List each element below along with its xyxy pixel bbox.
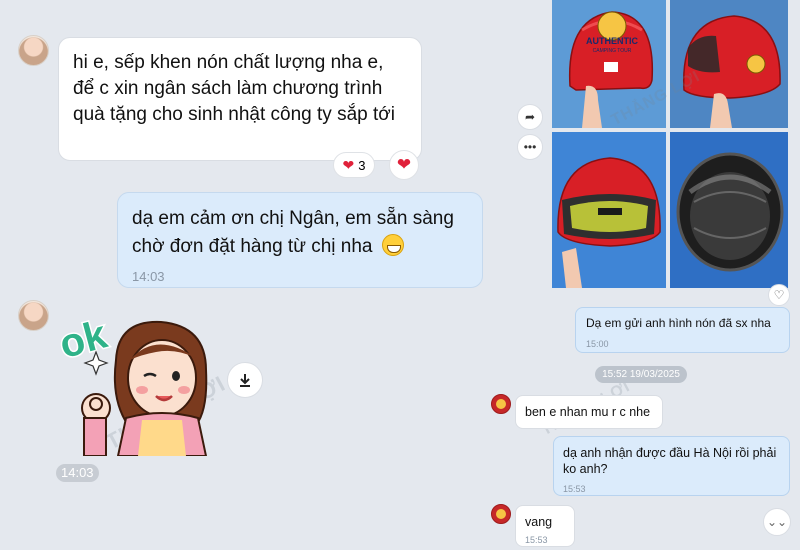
message-text: dạ em cảm ơn chị Ngân, em sẵn sàng chờ đ… xyxy=(132,208,454,257)
sticker-time: 14:03 xyxy=(56,464,99,482)
helmet-photo-visor[interactable] xyxy=(552,132,666,288)
heart-icon: ❤ xyxy=(342,156,355,173)
heart-icon: ❤ xyxy=(396,155,412,174)
forward-button[interactable]: ➦ xyxy=(517,104,543,130)
message-text: Dạ em gửi anh hình nón đã sx nha xyxy=(586,316,771,330)
more-icon: ••• xyxy=(523,140,537,154)
incoming-message-bubble[interactable]: hi e, sếp khen nón chất lượng nha e, để … xyxy=(58,37,422,161)
outgoing-message-bubble[interactable]: dạ em cảm ơn chị Ngân, em sẵn sàng chờ đ… xyxy=(117,192,483,288)
message-text: dạ anh nhận được đầu Hà Nội rồi phải ko … xyxy=(563,446,777,476)
download-icon xyxy=(240,374,250,387)
helmet-photo-side[interactable] xyxy=(670,0,788,128)
more-options-button[interactable]: ••• xyxy=(517,134,543,160)
message-time: 14:03 xyxy=(132,269,165,284)
helmet-badge-text: AUTHENTIC xyxy=(586,36,638,46)
ok-sticker[interactable]: ok xyxy=(56,300,216,456)
left-chat-panel: THẮNG LỢI THẮNG LỢI hi e, sếp khen nón c… xyxy=(0,0,487,550)
outgoing-message-bubble[interactable]: dạ anh nhận được đầu Hà Nội rồi phải ko … xyxy=(553,436,790,496)
right-chat-panel: AUTHENTIC CAMPING TOUR ➦ ••• ♡ THẮNG LỢI… xyxy=(487,0,800,550)
react-heart-button[interactable]: ❤ xyxy=(389,150,419,180)
scroll-down-button[interactable]: ⌄⌄ xyxy=(763,508,791,536)
date-separator: 15:52 19/03/2025 xyxy=(595,366,687,383)
sticker-ok-text: ok xyxy=(56,312,112,367)
message-time: 15:53 xyxy=(525,535,548,545)
message-text: vang xyxy=(525,515,553,529)
reaction-count: 3 xyxy=(358,157,366,173)
download-button[interactable] xyxy=(227,362,263,398)
forward-icon: ➦ xyxy=(524,110,536,124)
message-text: hi e, sếp khen nón chất lượng nha e, để … xyxy=(73,52,395,125)
shop-avatar[interactable] xyxy=(491,394,511,414)
incoming-message-bubble[interactable]: vang 15:53 xyxy=(515,505,575,547)
grin-emoji-icon xyxy=(381,234,404,256)
contact-avatar[interactable] xyxy=(18,35,49,66)
contact-avatar[interactable] xyxy=(18,300,49,331)
outgoing-message-bubble[interactable]: Dạ em gửi anh hình nón đã sx nha 15:00 xyxy=(575,307,790,353)
message-time: 15:53 xyxy=(563,484,586,494)
like-button[interactable]: ♡ xyxy=(768,284,790,306)
incoming-message-bubble[interactable]: ben e nhan mu r c nhe xyxy=(515,395,663,429)
reaction-count-badge[interactable]: ❤ 3 xyxy=(333,152,375,178)
message-time: 15:00 xyxy=(586,339,609,349)
helmet-photo-inside[interactable] xyxy=(670,132,788,288)
double-chevron-down-icon: ⌄⌄ xyxy=(766,515,788,529)
helmet-badge-subtext: CAMPING TOUR xyxy=(593,48,632,54)
heart-outline-icon: ♡ xyxy=(773,288,785,302)
shop-avatar[interactable] xyxy=(491,504,511,524)
message-text: ben e nhan mu r c nhe xyxy=(525,405,651,419)
